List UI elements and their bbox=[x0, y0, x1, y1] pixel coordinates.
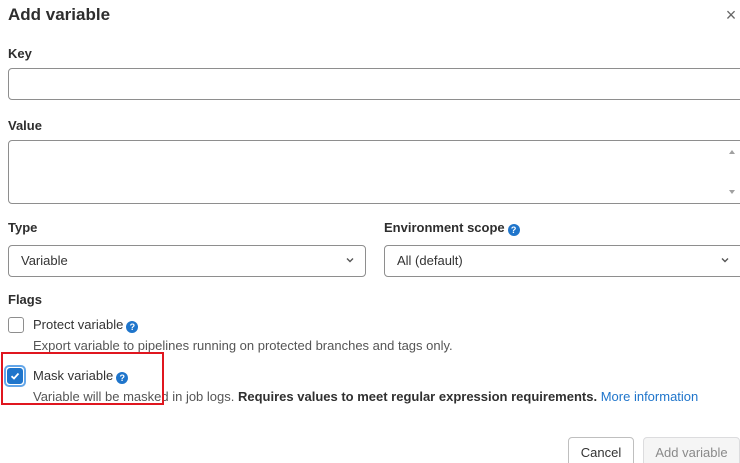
mask-help-bold: Requires values to meet regular expressi… bbox=[238, 389, 598, 404]
highlight-box bbox=[1, 352, 164, 405]
add-variable-button[interactable]: Add variable bbox=[643, 437, 740, 463]
type-label: Type bbox=[8, 220, 38, 235]
scroll-down-icon[interactable] bbox=[729, 190, 735, 194]
protect-variable-label-text: Protect variable bbox=[33, 317, 124, 332]
cancel-button[interactable]: Cancel bbox=[568, 437, 634, 463]
dialog-title: Add variable bbox=[8, 5, 111, 24]
more-information-link[interactable]: More information bbox=[601, 389, 699, 404]
type-selected-value: Variable bbox=[21, 253, 68, 268]
textarea-scrollbar[interactable] bbox=[725, 141, 737, 203]
chevron-down-icon bbox=[346, 258, 354, 263]
environment-scope-label-text: Environment scope bbox=[384, 220, 505, 235]
chevron-down-icon bbox=[721, 258, 729, 263]
key-label: Key bbox=[8, 46, 32, 61]
flags-label: Flags bbox=[8, 292, 42, 307]
question-icon[interactable]: ? bbox=[507, 224, 520, 236]
question-icon[interactable]: ? bbox=[126, 321, 139, 333]
type-select[interactable]: Variable bbox=[8, 245, 366, 277]
protect-variable-checkbox[interactable] bbox=[8, 317, 24, 333]
key-input[interactable] bbox=[8, 68, 740, 100]
protect-variable-label[interactable]: Protect variable? bbox=[33, 317, 139, 333]
protect-variable-help-text: Export variable to pipelines running on … bbox=[33, 338, 453, 353]
close-icon[interactable]: × bbox=[722, 4, 740, 26]
value-label: Value bbox=[8, 118, 42, 133]
value-textarea[interactable] bbox=[8, 140, 740, 204]
environment-scope-select[interactable]: All (default) bbox=[384, 245, 740, 277]
environment-scope-selected-value: All (default) bbox=[397, 253, 463, 268]
environment-scope-label: Environment scope? bbox=[384, 220, 520, 236]
scroll-up-icon[interactable] bbox=[729, 150, 735, 154]
